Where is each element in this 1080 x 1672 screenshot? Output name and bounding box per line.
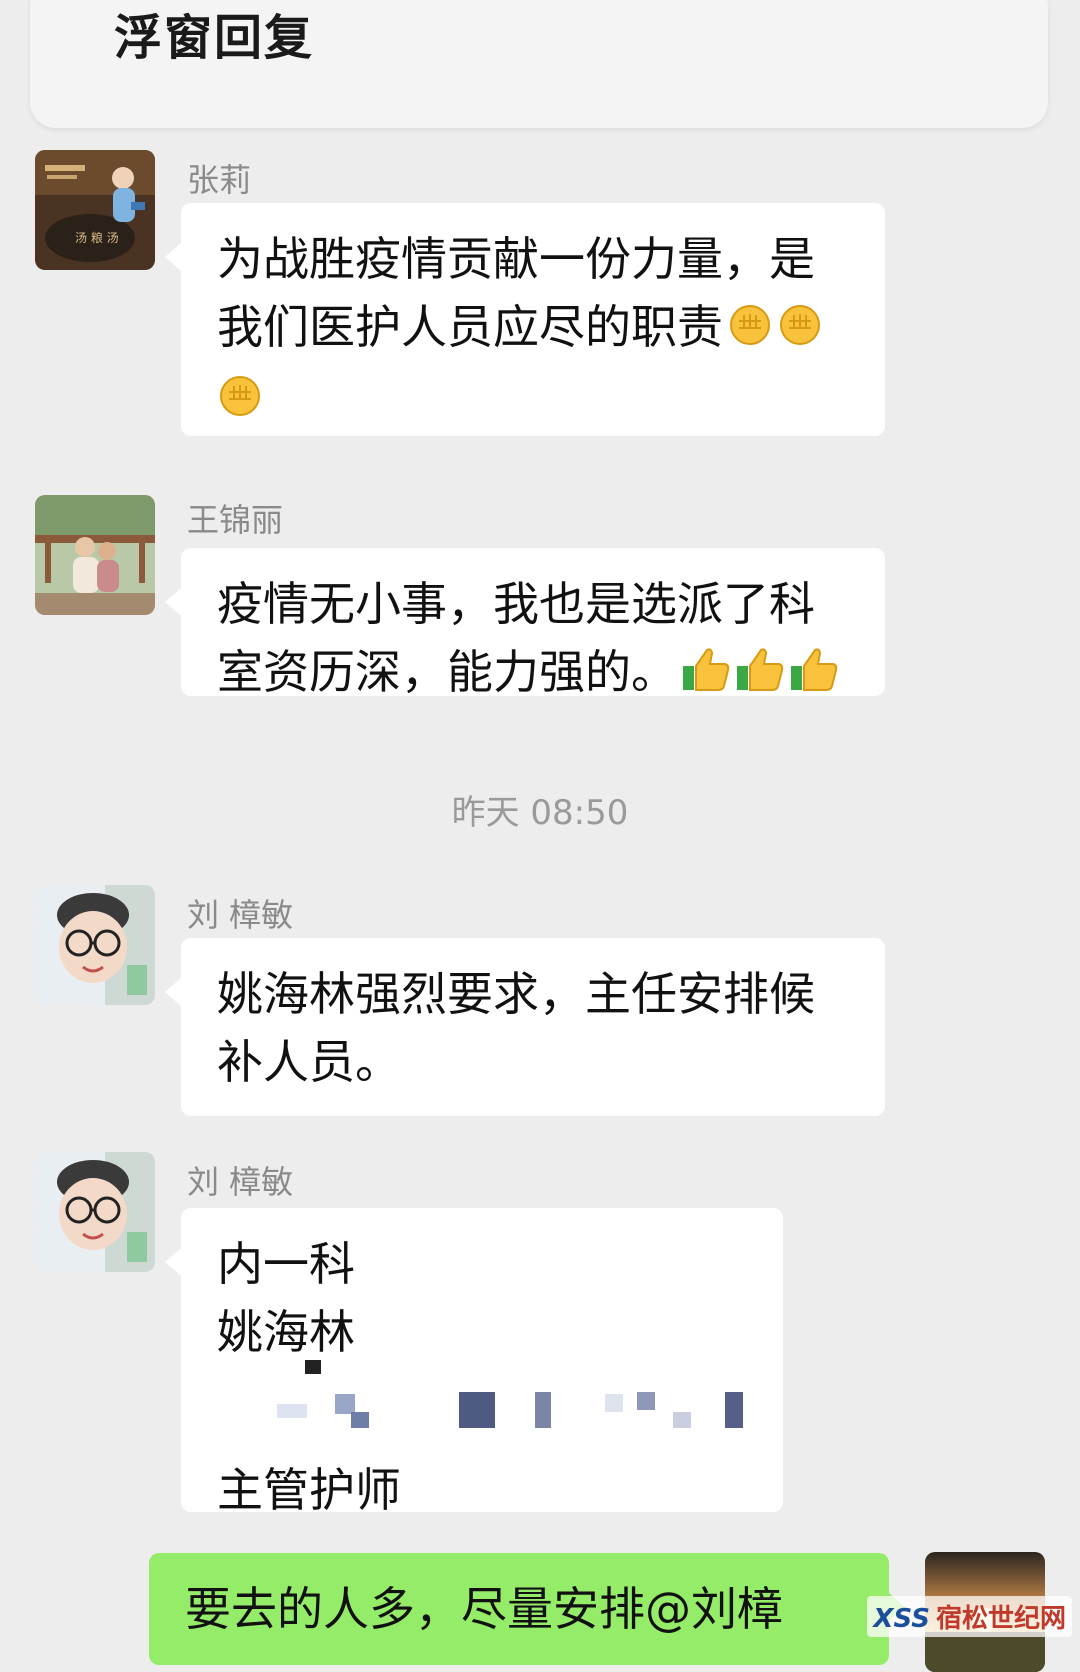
message-text-line: 疫情无小事，我也是选派了科 bbox=[217, 577, 815, 631]
site-watermark: XSS 宿松世纪网 bbox=[867, 1596, 1072, 1637]
message-text-line: 姚海林强烈要求，主任安排候 bbox=[217, 967, 815, 1021]
message-text-line: 为战胜疫情贡献一份力量，是 bbox=[217, 232, 815, 286]
avatar-liuzhangmin[interactable] bbox=[35, 885, 155, 1005]
thumbs-up-emoji-icon bbox=[789, 642, 839, 710]
message-text-line: 补人员。 bbox=[217, 1035, 401, 1089]
fist-emoji-icon bbox=[217, 368, 263, 436]
message-text-line: 要去的人多，尽量安排@刘樟 bbox=[185, 1582, 783, 1636]
sender-name: 王锦丽 bbox=[187, 501, 284, 539]
message-text-line: 我们医护人员应尽的职责 bbox=[217, 300, 723, 354]
message-text-line: 姚海林 bbox=[217, 1305, 355, 1359]
fist-emoji-icon bbox=[727, 297, 773, 365]
fist-emoji-icon bbox=[777, 297, 823, 365]
thumbs-up-emoji-icon bbox=[681, 642, 731, 710]
sender-name: 张莉 bbox=[187, 161, 252, 199]
chat-timestamp: 昨天 08:50 bbox=[451, 793, 629, 833]
float-reply-title: 浮窗回复 bbox=[114, 10, 315, 66]
message-bubble[interactable]: 内一科 姚海林 主管护师 bbox=[165, 1208, 783, 1517]
avatar-wangjinli[interactable] bbox=[35, 495, 155, 615]
message-text-line: 主管护师 bbox=[217, 1463, 401, 1517]
watermark-logo: XSS bbox=[873, 1604, 930, 1634]
thumbs-up-emoji-icon bbox=[735, 642, 785, 710]
avatar-zhangli[interactable]: 汤 粮 汤 bbox=[35, 150, 155, 270]
message-bubble[interactable]: 疫情无小事，我也是选派了科 室资历深，能力强的。 bbox=[165, 548, 885, 699]
redacted-blur-area bbox=[217, 1360, 747, 1452]
avatar-liuzhangmin[interactable] bbox=[35, 1152, 155, 1272]
message-text-line-with-emoji: 我们医护人员应尽的职责 bbox=[217, 293, 849, 365]
message-bubble[interactable]: 为战胜疫情贡献一份力量，是 我们医护人员应尽的职责 bbox=[165, 203, 885, 437]
message-emoji-line bbox=[217, 365, 849, 437]
message-bubble[interactable]: 姚海林强烈要求，主任安排候 补人员。 bbox=[165, 938, 885, 1116]
message-text-line-with-emoji: 室资历深，能力强的。 bbox=[217, 638, 849, 710]
svg-text:汤 粮 汤: 汤 粮 汤 bbox=[75, 230, 119, 245]
message-bubble-outgoing[interactable]: 要去的人多，尽量安排@刘樟 bbox=[149, 1553, 905, 1665]
message-text-line: 内一科 bbox=[217, 1237, 355, 1291]
watermark-text: 宿松世纪网 bbox=[935, 1604, 1066, 1634]
sender-name: 刘 樟敏 bbox=[187, 896, 294, 934]
message-text-line: 室资历深，能力强的。 bbox=[217, 645, 677, 699]
sender-name: 刘 樟敏 bbox=[187, 1163, 294, 1201]
float-reply-panel[interactable]: 浮窗回复 bbox=[30, 0, 1048, 128]
